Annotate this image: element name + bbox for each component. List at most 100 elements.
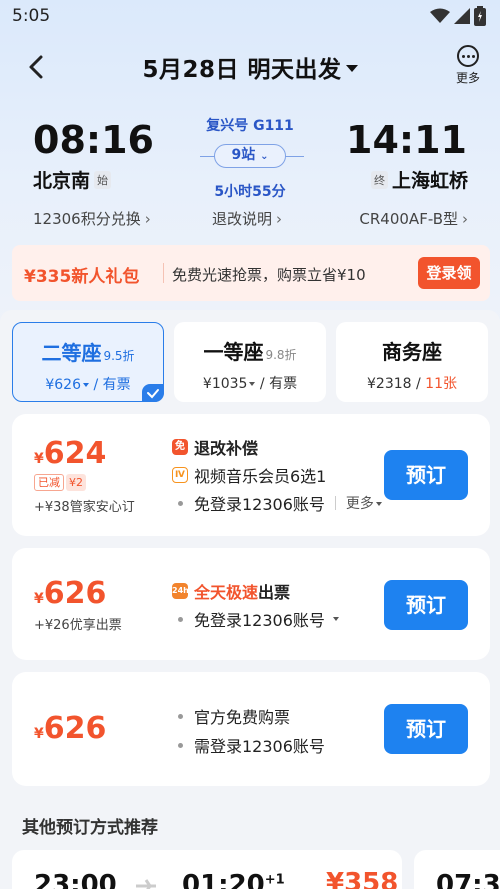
bullet bbox=[178, 500, 183, 506]
feature-label: 免登录12306账号 bbox=[194, 611, 325, 630]
promo-banner[interactable]: ¥335新人礼包 免费光速抢票，购票立省¥10 登录领 bbox=[12, 245, 490, 301]
feature-label: 退改补偿 bbox=[194, 439, 259, 458]
chevron-right-icon: › bbox=[144, 210, 151, 228]
seat-discount: 9.5折 bbox=[103, 349, 135, 363]
currency-symbol: ¥ bbox=[34, 591, 44, 607]
refund-rules-link[interactable]: 退改说明 › bbox=[212, 208, 282, 229]
discount-amount-tag: ¥2 bbox=[66, 474, 86, 491]
more-dots-icon bbox=[457, 45, 479, 67]
recommend-price: ¥358 bbox=[326, 868, 399, 889]
option-price: ¥624 bbox=[34, 436, 106, 471]
more-link[interactable]: 更多 bbox=[346, 493, 382, 513]
seat-price: ¥626 bbox=[45, 377, 81, 393]
seat-name: 二等座 bbox=[41, 341, 102, 365]
seat-tab-first-class[interactable]: 一等座 9.8折 ¥1035 / 有票 bbox=[174, 322, 326, 402]
promo-description: 免费光速抢票，购票立省¥10 bbox=[172, 266, 366, 284]
recommend-dep-time: 07:3 bbox=[436, 870, 500, 889]
login-claim-button[interactable]: 登录领 bbox=[418, 257, 480, 289]
feature-login-required: 需登录12306账号 bbox=[172, 733, 325, 757]
chevron-down-icon: ⌄ bbox=[260, 151, 269, 162]
feature-label: 需登录12306账号 bbox=[194, 737, 325, 756]
feature-label: 免登录12306账号 bbox=[194, 495, 325, 514]
chevron-right-icon: › bbox=[276, 210, 283, 228]
seat-status: 11张 bbox=[425, 376, 457, 392]
video-icon: Ⅳ bbox=[172, 467, 188, 483]
seat-status: 有票 bbox=[102, 377, 131, 393]
refund-rules-label: 退改说明 bbox=[212, 210, 273, 228]
day-offset: +1 bbox=[264, 872, 285, 888]
more-label: 更多 bbox=[455, 71, 480, 85]
book-button[interactable]: 预订 bbox=[384, 704, 468, 754]
train-model-label: CR400AF-B型 bbox=[359, 210, 458, 228]
seat-status: 有票 bbox=[269, 376, 298, 392]
price-value: 626 bbox=[43, 576, 107, 611]
feature-login: 免登录12306账号 bbox=[172, 607, 339, 631]
option-price: ¥626 bbox=[34, 576, 106, 611]
chevron-down-icon bbox=[249, 382, 256, 386]
check-icon bbox=[142, 384, 164, 402]
recommend-card[interactable]: 23:00 01:20+1 ¥358 bbox=[12, 850, 402, 889]
stops-indicator: 9站 ⌄ bbox=[200, 144, 304, 168]
speed-24h-icon: 24h bbox=[172, 583, 189, 599]
book-button[interactable]: 预订 bbox=[384, 580, 468, 630]
booking-option-card: ¥624 已减 ¥2 +¥38管家安心订 免 退改补偿 Ⅳ 视频音乐会员6选1 … bbox=[12, 414, 490, 536]
battery-icon bbox=[474, 6, 486, 26]
option-price: ¥626 bbox=[34, 711, 106, 746]
recommend-dep-time: 23:00 bbox=[34, 870, 117, 889]
divider bbox=[334, 496, 336, 510]
feature-label: 官方免费购票 bbox=[194, 708, 291, 727]
status-time: 5:05 bbox=[12, 6, 51, 26]
seat-discount: 9.8折 bbox=[265, 348, 297, 362]
price-value: 624 bbox=[43, 436, 107, 471]
date-selector[interactable]: 5月28日 明天出发 bbox=[0, 50, 500, 84]
status-icons bbox=[430, 6, 486, 26]
more-button[interactable]: 更多 bbox=[450, 45, 486, 86]
seat-price: ¥1035 bbox=[202, 376, 248, 392]
currency-symbol: ¥ bbox=[34, 451, 44, 467]
seat-tab-second-class[interactable]: 二等座 9.5折 ¥626 / 有票 bbox=[12, 322, 164, 402]
option-note: +¥26优享出票 bbox=[34, 618, 122, 633]
currency-symbol: ¥ bbox=[34, 726, 44, 742]
travel-duration: 5小时55分 bbox=[214, 184, 286, 200]
section-title: 其他预订方式推荐 bbox=[22, 818, 158, 838]
feature-fast-ticket: 24h 全天极速出票 bbox=[172, 579, 290, 603]
bullet bbox=[178, 616, 183, 622]
seat-name: 商务座 bbox=[382, 340, 442, 364]
book-button[interactable]: 预订 bbox=[384, 450, 468, 500]
recommend-arr-time-value: 01:20 bbox=[182, 870, 265, 889]
feature-refund: 免 退改补偿 bbox=[172, 435, 258, 459]
discount-tag: 已减 bbox=[34, 474, 64, 491]
chevron-down-icon[interactable] bbox=[332, 617, 339, 621]
recommend-arr-time: 01:20+1 bbox=[182, 870, 285, 889]
promo-title: ¥335新人礼包 bbox=[24, 267, 140, 287]
train-model-link[interactable]: CR400AF-B型 › bbox=[359, 208, 468, 229]
feature-membership: Ⅳ 视频音乐会员6选1 bbox=[172, 463, 326, 487]
recommend-card[interactable]: 07:3 bbox=[414, 850, 500, 889]
seat-tab-business-class[interactable]: 商务座 ¥2318 / 11张 bbox=[336, 322, 488, 402]
feature-login: 免登录12306账号 更多 bbox=[172, 491, 382, 515]
signal-icon bbox=[454, 8, 470, 24]
booking-option-card: ¥626 +¥26优享出票 24h 全天极速出票 免登录12306账号 预订 bbox=[12, 548, 490, 660]
chevron-down-icon bbox=[83, 383, 89, 387]
wifi-icon bbox=[430, 8, 450, 23]
refund-icon: 免 bbox=[172, 439, 188, 455]
feature-label: 视频音乐会员6选1 bbox=[194, 467, 327, 486]
stops-button[interactable]: 9站 ⌄ bbox=[214, 144, 286, 168]
booking-option-card: ¥626 官方免费购票 需登录12306账号 预订 bbox=[12, 672, 490, 786]
stops-label: 9站 bbox=[231, 147, 256, 163]
page-title: 5月28日 明天出发 bbox=[142, 57, 342, 83]
chevron-right-icon: › bbox=[462, 210, 468, 228]
points-exchange-label: 12306积分兑换 bbox=[33, 210, 141, 228]
feature-highlight: 全天极速 bbox=[194, 583, 259, 602]
divider bbox=[163, 263, 164, 283]
chevron-down-icon bbox=[375, 502, 382, 506]
feature-official: 官方免费购票 bbox=[172, 704, 290, 728]
points-exchange-link[interactable]: 12306积分兑换 › bbox=[33, 208, 151, 229]
train-number: 复兴号 G111 bbox=[206, 118, 294, 134]
more-label: 更多 bbox=[345, 496, 374, 512]
bullet bbox=[178, 742, 183, 748]
plane-icon bbox=[136, 879, 156, 889]
discount-tags: 已减 ¥2 bbox=[34, 474, 86, 491]
feature-label: 出票 bbox=[258, 583, 291, 602]
option-note: +¥38管家安心订 bbox=[34, 500, 135, 515]
